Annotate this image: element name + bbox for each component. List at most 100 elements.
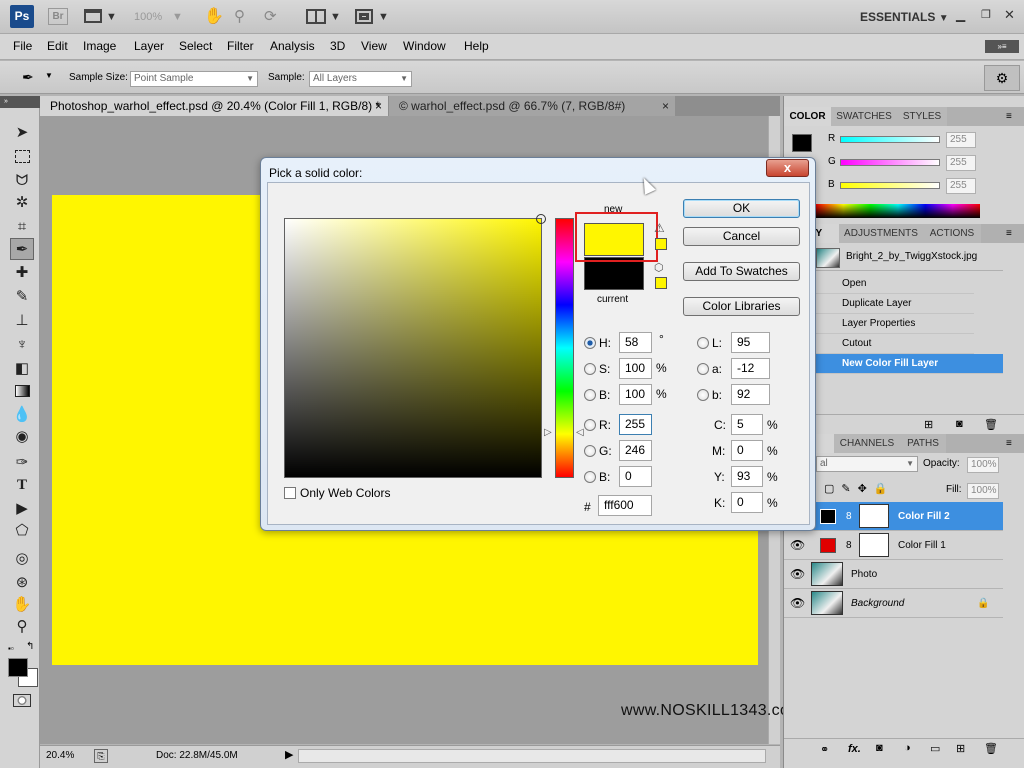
green-radio[interactable] <box>584 445 596 457</box>
sample-select[interactable]: All Layers ▼ <box>309 71 412 87</box>
tab-channels[interactable]: CHANNELS <box>834 434 900 453</box>
layer-thumbnail[interactable] <box>811 562 843 586</box>
dodge-tool-icon[interactable]: ◉ <box>10 426 34 448</box>
layer-row[interactable]: 👁 Photo <box>784 560 1003 589</box>
blend-mode-select[interactable]: al ▼ <box>816 456 918 472</box>
chevron-down-icon[interactable]: ▼ <box>172 8 183 26</box>
new-document-icon[interactable]: ⊞ <box>924 418 933 431</box>
rotate-view-icon[interactable]: ⟳ <box>264 8 277 26</box>
layer-fill-swatch[interactable] <box>820 538 836 553</box>
brightness-radio[interactable] <box>584 389 596 401</box>
cyan-field[interactable]: 5 <box>731 414 763 435</box>
hue-radio[interactable] <box>584 337 596 349</box>
chevron-down-icon[interactable]: ▼ <box>378 8 389 26</box>
type-tool-icon[interactable]: T <box>10 474 34 496</box>
minimize-icon[interactable]: ▁ <box>956 8 965 22</box>
healing-brush-tool-icon[interactable]: ✚ <box>10 262 34 284</box>
new-layer-icon[interactable]: ⊞ <box>956 742 965 755</box>
trash-icon[interactable]: 🗑 <box>984 418 998 431</box>
screen-mode-icon[interactable] <box>355 9 373 24</box>
panel-foreground-swatch[interactable] <box>792 134 812 152</box>
hue-slider[interactable] <box>555 218 574 478</box>
eyedropper-tool-icon[interactable]: ✒ <box>10 238 34 260</box>
layer-row-selected[interactable]: 8 Color Fill 2 <box>784 502 1003 531</box>
saturation-brightness-field[interactable] <box>284 214 546 478</box>
layer-mask-thumbnail[interactable] <box>859 504 889 528</box>
tab-styles[interactable]: STYLES <box>897 107 947 126</box>
hand-tool-icon[interactable]: ✋ <box>10 594 34 616</box>
gamut-warning-icon[interactable]: ⚠ <box>654 221 665 235</box>
menu-layer[interactable]: Layer <box>134 39 164 53</box>
blue-field[interactable]: 0 <box>619 466 652 487</box>
link-layers-icon[interactable]: ⚭ <box>820 743 829 756</box>
history-item-selected[interactable]: New Color Fill Layer <box>784 354 1003 374</box>
panel-collapse-icon[interactable]: »≡ <box>985 40 1019 53</box>
eye-icon[interactable]: 👁 <box>790 589 805 618</box>
menu-analysis[interactable]: Analysis <box>270 39 315 53</box>
view-extras-icon[interactable] <box>84 9 102 23</box>
sample-size-select[interactable]: Point Sample ▼ <box>130 71 258 87</box>
lightness-field[interactable]: 95 <box>731 332 770 353</box>
b-channel-field[interactable]: 92 <box>731 384 770 405</box>
close-icon[interactable]: × <box>375 96 382 116</box>
opacity-field[interactable]: 100% <box>967 457 999 473</box>
3d-rotate-tool-icon[interactable]: ◎ <box>10 548 34 570</box>
hand-tool-icon[interactable]: ✋ <box>204 8 224 26</box>
magenta-field[interactable]: 0 <box>731 440 763 461</box>
default-colors-icon[interactable]: ▪▫ <box>8 644 14 653</box>
channel-r-slider[interactable] <box>840 136 940 143</box>
red-radio[interactable] <box>584 419 596 431</box>
zoom-tool-icon[interactable]: ⚲ <box>234 8 245 26</box>
eye-icon[interactable]: 👁 <box>790 560 805 589</box>
channel-r-field[interactable]: 255 <box>946 132 976 148</box>
move-tool-icon[interactable]: ➤ <box>10 122 34 144</box>
lightness-radio[interactable] <box>697 337 709 349</box>
layer-fill-swatch[interactable] <box>820 509 836 524</box>
red-field[interactable]: 255 <box>619 414 652 435</box>
shape-tool-icon[interactable]: ⬠ <box>10 520 34 542</box>
menu-edit[interactable]: Edit <box>47 39 68 53</box>
close-icon[interactable]: × <box>662 96 669 116</box>
a-channel-field[interactable]: -12 <box>731 358 770 379</box>
path-selection-tool-icon[interactable]: ▶ <box>10 498 34 520</box>
bridge-button[interactable]: Br <box>48 8 68 25</box>
chevron-down-icon[interactable]: ▼ <box>45 71 53 80</box>
crop-tool-icon[interactable]: ⌗ <box>10 216 34 238</box>
channel-b-field[interactable]: 255 <box>946 178 976 194</box>
tab-swatches[interactable]: SWATCHES <box>831 107 897 126</box>
web-safe-swatch[interactable] <box>655 277 667 289</box>
chevron-down-icon[interactable]: ▼ <box>330 8 341 26</box>
menu-view[interactable]: View <box>361 39 387 53</box>
gradient-tool-icon[interactable] <box>10 380 34 402</box>
channel-b-slider[interactable] <box>840 182 940 189</box>
color-libraries-button[interactable]: Color Libraries <box>683 297 800 316</box>
zoom-level-value[interactable]: 100% <box>134 8 162 26</box>
pen-tool-icon[interactable]: ✑ <box>10 452 34 474</box>
lasso-tool-icon[interactable]: ᗢ <box>10 170 34 192</box>
hue-slider-left-handle[interactable]: ▷ <box>544 427 552 438</box>
tab-document[interactable]: © warhol_effect.psd @ 66.7% (7, RGB/8#) … <box>389 96 675 116</box>
dialog-close-button[interactable]: x <box>766 159 809 177</box>
b-channel-radio[interactable] <box>697 389 709 401</box>
saturation-field[interactable]: 100 <box>619 358 652 379</box>
eyedropper-tool-icon[interactable]: ✒ <box>22 69 34 86</box>
saturation-radio[interactable] <box>584 363 596 375</box>
tab-active-document[interactable]: Photoshop_warhol_effect.psd @ 20.4% (Col… <box>40 96 388 116</box>
web-safe-cube-icon[interactable]: ⬡ <box>654 261 664 274</box>
hue-slider-right-handle[interactable]: ◁ <box>576 427 584 438</box>
trash-icon[interactable]: 🗑 <box>984 742 998 755</box>
status-zoom[interactable]: 20.4% <box>46 750 74 761</box>
menu-window[interactable]: Window <box>403 39 446 53</box>
chevron-down-icon[interactable]: ▼ <box>106 8 117 26</box>
panel-menu-icon[interactable]: ≡ <box>1006 224 1024 243</box>
channel-g-field[interactable]: 255 <box>946 155 976 171</box>
tab-actions[interactable]: ACTIONS <box>923 224 981 243</box>
camera-icon[interactable]: ◙ <box>956 418 963 430</box>
green-field[interactable]: 246 <box>619 440 652 461</box>
layer-thumbnail[interactable] <box>811 591 843 615</box>
restore-icon[interactable]: ❐ <box>981 8 991 21</box>
brush-tool-icon[interactable]: ✎ <box>10 286 34 308</box>
eraser-tool-icon[interactable]: ◧ <box>10 358 34 380</box>
tab-color[interactable]: COLOR <box>784 107 831 126</box>
hex-field[interactable]: fff600 <box>598 495 652 516</box>
